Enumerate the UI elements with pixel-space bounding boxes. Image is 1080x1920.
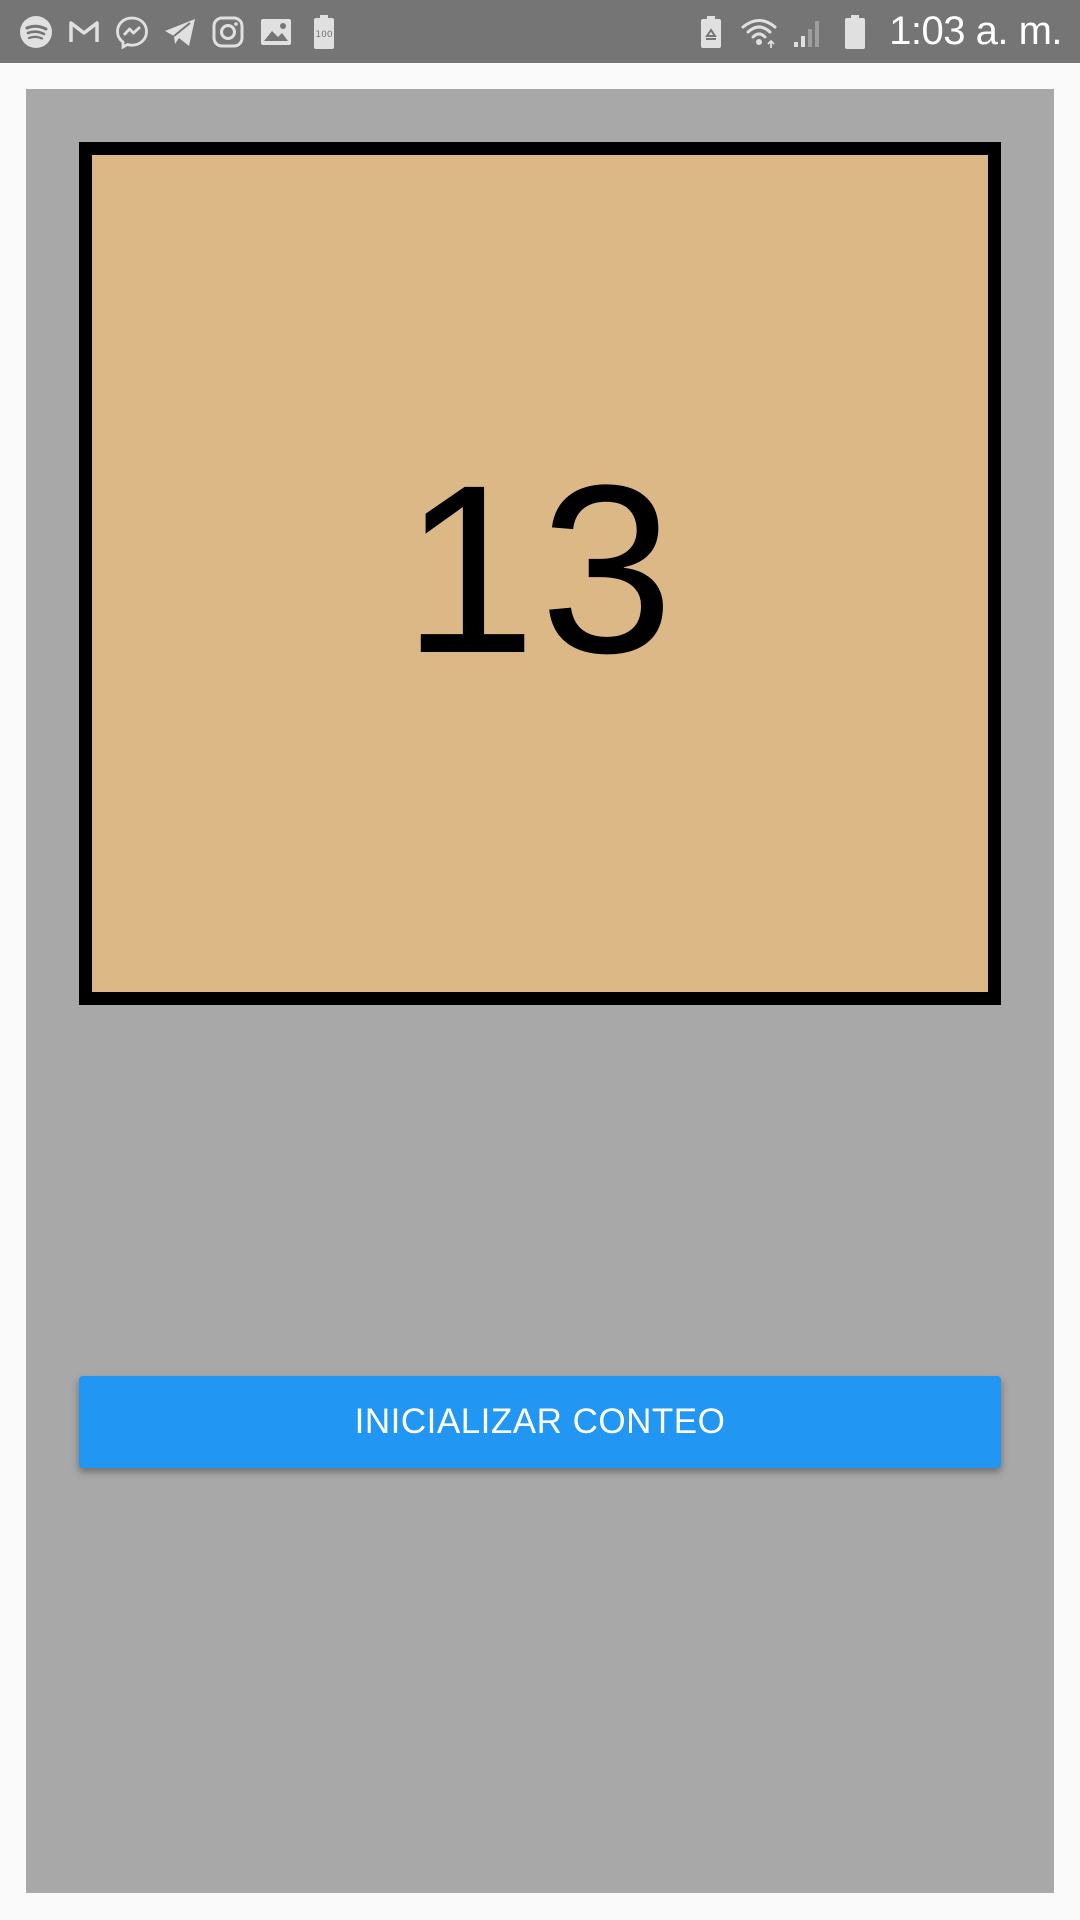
system-icons: 1:03 a. m.: [693, 9, 1062, 54]
counter-display: 13: [79, 142, 1001, 1005]
battery-icon: [837, 14, 873, 50]
gmail-icon: [66, 14, 102, 50]
notification-icons: 100: [18, 14, 342, 50]
counter-value: 13: [402, 434, 678, 703]
initialize-count-label: INICIALIZAR CONTEO: [354, 1402, 726, 1441]
app-content: 13 INICIALIZAR CONTEO: [26, 89, 1054, 1893]
gallery-icon: [258, 14, 294, 50]
telegram-icon: [162, 14, 198, 50]
battery-100-notification-icon: 100: [306, 14, 342, 50]
svg-text:100: 100: [315, 30, 332, 40]
spotify-icon: [18, 14, 54, 50]
initialize-count-button[interactable]: INICIALIZAR CONTEO: [79, 1376, 1001, 1468]
status-bar: 100 1:03 a. m.: [0, 0, 1080, 63]
instagram-icon: [210, 14, 246, 50]
battery-saver-icon: [693, 14, 729, 50]
clock: 1:03 a. m.: [889, 9, 1062, 53]
wifi-icon: [741, 14, 777, 50]
messenger-icon: [114, 14, 150, 50]
signal-icon: [789, 14, 825, 50]
